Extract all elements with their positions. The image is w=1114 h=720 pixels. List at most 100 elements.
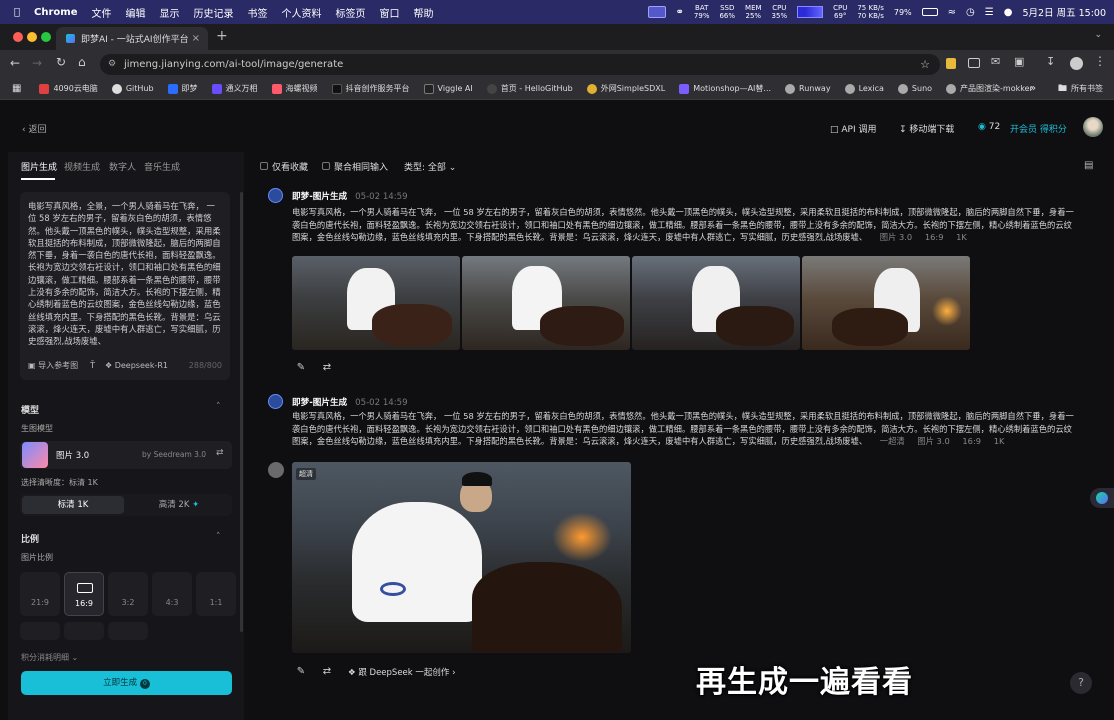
result-image-large[interactable]: 超清 — [292, 462, 631, 653]
group-same-input-filter[interactable]: 聚合相同输入 — [322, 160, 388, 173]
favorites-filter[interactable]: 仅看收藏 — [260, 160, 308, 173]
browser-tab-active[interactable]: 即梦AI - 一站式AI创作平台 × — [56, 27, 208, 50]
address-bar[interactable]: ⚙ jimeng.jianying.com/ai-tool/image/gene… — [100, 54, 940, 75]
regenerate-icon[interactable]: ⇄ — [318, 664, 336, 680]
mail-icon[interactable]: ✉ — [991, 55, 1000, 68]
model-collapse-icon[interactable]: ˄ — [216, 402, 221, 412]
bookmark-viggle[interactable]: Viggle AI — [423, 83, 473, 94]
block-1-prompt[interactable]: 电影写真风格，一个男人骑着马在飞奔， 一位 58 岁左右的男子，留着灰白色的胡须… — [292, 206, 1078, 244]
user-avatar[interactable] — [1083, 117, 1103, 137]
model-selector[interactable]: 图片 3.0 by Seedream 3.0 ⇄ — [20, 441, 232, 469]
menu-bookmarks[interactable]: 书签 — [247, 5, 267, 20]
edit-icon[interactable]: ✎ — [292, 664, 310, 680]
bookmark-motionshop[interactable]: Motionshop—AI替... — [679, 83, 771, 94]
prompt-text[interactable]: 电影写真风格，全景，一个男人骑着马在飞奔， 一位 58 岁左右的男子，留着灰白色… — [28, 200, 222, 352]
bookmark-runway[interactable]: Runway — [785, 83, 831, 94]
block-2-prompt[interactable]: 电影写真风格，一个男人骑着马在飞奔， 一位 58 岁左右的男子，留着灰白色的胡须… — [292, 410, 1078, 448]
home-icon[interactable]: ⌂ — [78, 55, 86, 69]
reload-icon[interactable]: ↻ — [56, 55, 66, 69]
bookmark-hailuo[interactable]: 海螺视频 — [271, 83, 318, 94]
download-icon[interactable]: ↧ — [1046, 55, 1055, 68]
import-ref-button[interactable]: ▣ 导入参考图 — [28, 360, 78, 372]
points-detail-link[interactable]: 积分消耗明细 ⌄ — [21, 652, 78, 663]
site-info-icon[interactable]: ⚙ — [108, 54, 116, 75]
deepseek-create-button[interactable]: ❖ 跟 DeepSeek 一起创作 › — [348, 666, 456, 678]
ratio-collapse-icon[interactable]: ˄ — [216, 532, 221, 542]
extension-2-icon[interactable] — [968, 58, 980, 68]
menu-edit[interactable]: 编辑 — [125, 5, 145, 20]
quality-hd-option[interactable]: 高清 2K ✦ — [128, 496, 230, 514]
close-window-icon[interactable] — [13, 32, 23, 42]
screen-icon[interactable] — [647, 6, 666, 18]
ratio-extra-3[interactable] — [108, 622, 148, 640]
menu-view[interactable]: 显示 — [159, 5, 179, 20]
tab-digital-human[interactable]: 数字人 — [109, 160, 136, 173]
bookmark-jimeng[interactable]: 即梦 — [167, 83, 198, 94]
ratio-extra-2[interactable] — [64, 622, 104, 640]
wifi-icon[interactable]: ≈ — [948, 7, 956, 18]
points-display[interactable]: ◉ 72 — [978, 122, 1000, 132]
bookmark-github[interactable]: GitHub — [111, 83, 154, 94]
menu-profile[interactable]: 个人资料 — [281, 5, 321, 20]
zoom-window-icon[interactable] — [41, 32, 51, 42]
ratio-21-9[interactable]: 21:9 — [20, 572, 60, 616]
bookmark-tongyi[interactable]: 通义万相 — [211, 83, 258, 94]
new-tab-icon[interactable]: + — [216, 28, 228, 44]
result-image-1[interactable] — [292, 256, 460, 350]
datetime[interactable]: 5月2日 周五 15:00 — [1022, 5, 1106, 19]
tab-close-icon[interactable]: × — [192, 33, 200, 44]
minimize-window-icon[interactable] — [27, 32, 37, 42]
deepseek-button[interactable]: ❖ Deepseek-R1 — [105, 360, 168, 372]
tab-image-gen[interactable]: 图片生成 — [21, 160, 57, 173]
menu-file[interactable]: 文件 — [91, 5, 111, 20]
result-image-4[interactable] — [802, 256, 970, 350]
control-center-icon[interactable]: ☰ — [985, 7, 994, 18]
text-format-icon[interactable]: T̄ — [90, 360, 95, 372]
edit-icon[interactable]: ✎ — [292, 360, 310, 376]
quality-sd-option[interactable]: 标清 1K — [22, 496, 124, 514]
menu-tabs[interactable]: 标签页 — [335, 5, 365, 20]
apple-icon[interactable]:  — [14, 7, 20, 18]
floating-assistant-icon[interactable] — [1090, 488, 1114, 508]
browser-menu-icon[interactable]: ⋮ — [1094, 54, 1106, 68]
result-image-3[interactable] — [632, 256, 800, 350]
bookmarks-more-icon[interactable]: » — [1030, 83, 1036, 94]
ratio-4-3[interactable]: 4:3 — [152, 572, 192, 616]
api-button[interactable]: □ API 调用 — [830, 122, 877, 135]
ratio-3-2[interactable]: 3:2 — [108, 572, 148, 616]
member-button[interactable]: 开会员 得积分 — [1010, 122, 1067, 135]
bookmark-4090[interactable]: 4090云电脑 — [39, 83, 98, 94]
help-icon[interactable]: ? — [1070, 672, 1092, 694]
ratio-1-1[interactable]: 1:1 — [196, 572, 236, 616]
extension-1-icon[interactable] — [946, 58, 956, 69]
bookmark-douyin[interactable]: 抖音创作服务平台 — [331, 83, 410, 94]
type-filter[interactable]: 类型: 全部 ⌄ — [404, 160, 456, 173]
extensions-icon[interactable]: ▣ — [1014, 55, 1024, 68]
result-image-2[interactable] — [462, 256, 630, 350]
clock-icon[interactable]: ◷ — [966, 7, 975, 18]
user-icon[interactable]: ● — [1004, 7, 1013, 18]
bookmark-lexica[interactable]: Lexica — [844, 83, 884, 94]
settings-sliders-icon[interactable]: ⇄ — [216, 448, 224, 458]
tab-music-gen[interactable]: 音乐生成 — [144, 160, 180, 173]
layout-toggle-icon[interactable]: ▤ — [1084, 160, 1093, 171]
sidebar-scrollbar[interactable] — [240, 192, 243, 632]
bookmark-simplesdxl[interactable]: 外网SimpleSDXL — [586, 83, 665, 94]
forward-icon[interactable]: → — [32, 56, 42, 70]
menu-history[interactable]: 历史记录 — [193, 5, 233, 20]
menu-help[interactable]: 帮助 — [413, 5, 433, 20]
tab-search-icon[interactable]: ⌄ — [1094, 30, 1102, 40]
bookmark-star-icon[interactable]: ☆ — [920, 54, 930, 75]
bookmarks-folder[interactable]: 🖿 所有书签 — [1058, 81, 1103, 97]
regenerate-icon[interactable]: ⇄ — [318, 360, 336, 376]
bookmark-hellogithub[interactable]: 首页 - HelloGitHub — [486, 83, 573, 94]
bookmark-suno[interactable]: Suno — [897, 83, 932, 94]
back-link[interactable]: ‹ 返回 — [22, 122, 46, 135]
ratio-extra-1[interactable] — [20, 622, 60, 640]
profile-avatar[interactable] — [1070, 57, 1083, 70]
download-app-button[interactable]: ↧ 移动端下载 — [899, 122, 954, 135]
apps-grid-icon[interactable]: ▦ — [12, 83, 21, 94]
tab-video-gen[interactable]: 视频生成 — [64, 160, 100, 173]
bookmark-mokker[interactable]: 产品图渲染-mokker — [946, 83, 1033, 94]
menu-window[interactable]: 窗口 — [379, 5, 399, 20]
